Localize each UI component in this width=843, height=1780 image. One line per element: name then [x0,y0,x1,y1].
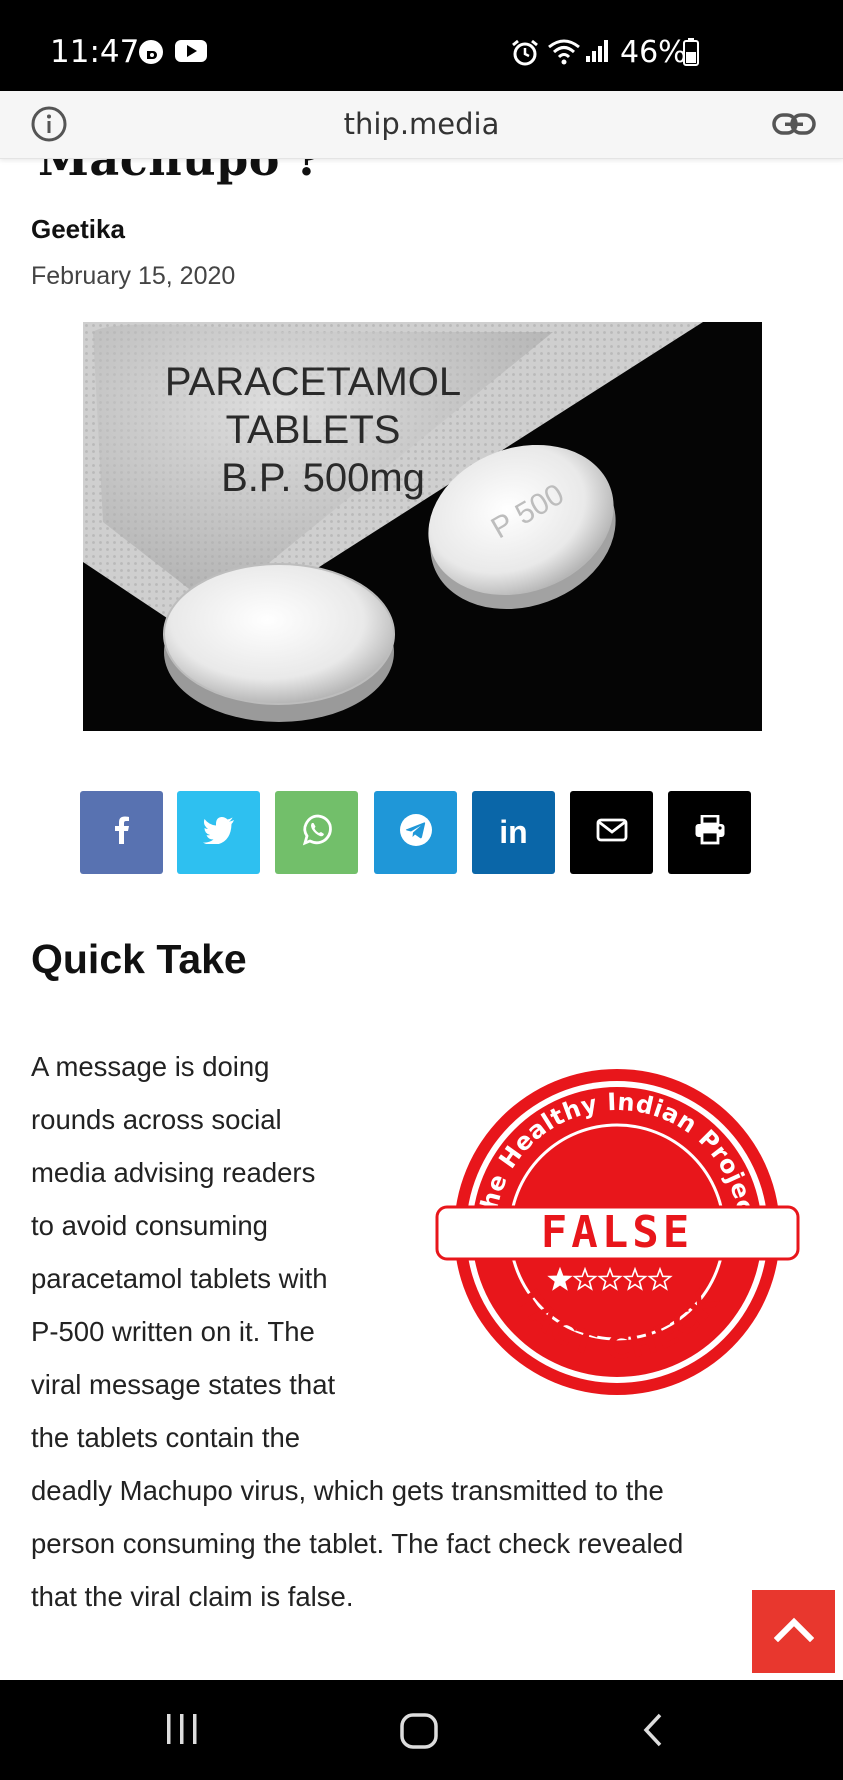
signal-icon [585,38,611,69]
status-time: 11:47 [50,34,140,70]
battery-icon [683,38,699,71]
print-icon [694,814,726,850]
quick-take-line: P-500 written on it. The [31,1316,315,1347]
twitter-icon [202,816,235,849]
recent-apps-icon[interactable] [164,1712,200,1751]
quick-take-heading: Quick Take [31,936,247,982]
linkedin-icon: in [499,814,528,850]
author-name[interactable]: Geetika [31,214,125,245]
quick-take-line: to avoid consuming [31,1210,268,1241]
telegram-icon [399,813,433,852]
quick-take-line: paracetamol tablets with [31,1263,328,1294]
status-bar: 11:47 46% [0,0,843,91]
quick-take-line: that the viral claim is false. [31,1581,354,1612]
youtube-icon [175,38,207,69]
linkedin-share-button[interactable]: in [472,791,555,874]
email-share-button[interactable] [570,791,653,874]
b-icon [137,38,165,71]
hero-text-line-1: PARACETAMOL [164,360,462,404]
email-icon [596,818,628,847]
hero-text-line-3: B.P. 500mg [221,456,425,500]
fact-check-badge: The Healthy Indian Project FALSE FACT CH… [435,1067,800,1397]
wifi-icon [547,38,581,71]
quick-take-line: person consuming the tablet. The fact ch… [31,1528,684,1559]
quick-take-line: deadly Machupo virus, which gets transmi… [31,1475,664,1506]
article-hero-image: PARACETAMOL TABLETS B.P. 500mg P 500 [83,322,762,731]
alarm-icon [510,38,540,73]
link-icon[interactable] [772,109,816,144]
url-text[interactable]: thip.media [0,107,843,141]
chevron-up-icon [773,1616,814,1647]
quick-take-line: rounds across social [31,1104,282,1135]
telegram-share-button[interactable] [374,791,457,874]
android-nav-bar [0,1680,843,1780]
whatsapp-icon [300,813,334,852]
browser-url-bar: thip.media [0,91,843,159]
quick-take-line: media advising readers [31,1157,316,1188]
battery-percentage: 46% [620,35,687,70]
back-icon[interactable] [640,1712,666,1753]
facebook-icon [112,816,132,849]
whatsapp-share-button[interactable] [275,791,358,874]
hero-text-line-2: TABLETS [225,408,401,452]
quick-take-line: A message is doing [31,1051,270,1082]
twitter-share-button[interactable] [177,791,260,874]
publish-date: February 15, 2020 [31,262,236,290]
scroll-to-top-button[interactable] [752,1590,835,1673]
home-icon[interactable] [399,1712,439,1755]
print-button[interactable] [668,791,751,874]
facebook-share-button[interactable] [80,791,163,874]
quick-take-line: the tablets contain the [31,1422,301,1453]
badge-verdict: FALSE [541,1207,693,1258]
quick-take-line: viral message states that [31,1369,336,1400]
